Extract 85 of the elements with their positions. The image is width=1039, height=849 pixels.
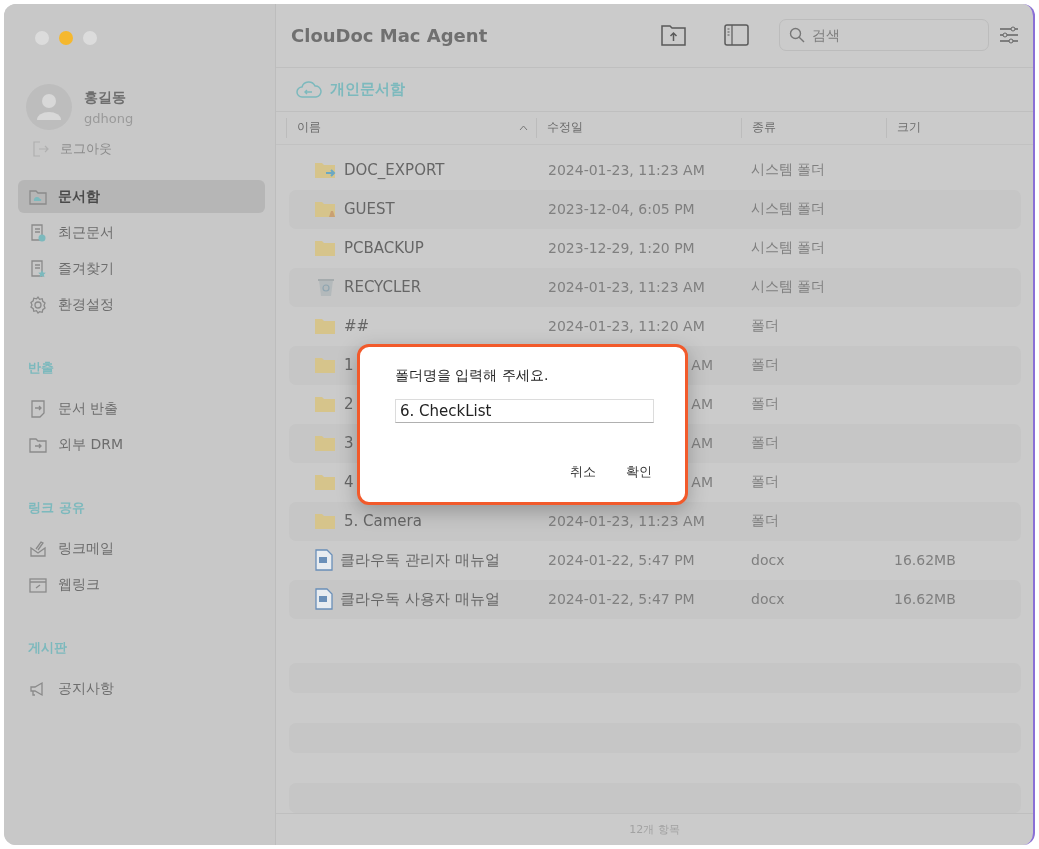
sidebar-item[interactable]: 즐겨찾기: [18, 252, 265, 285]
modified-date: AM: [690, 357, 713, 374]
document-clock-icon: [28, 222, 48, 243]
sidebar-item[interactable]: 환경설정: [18, 288, 265, 321]
user-name: 홍길동: [84, 88, 127, 107]
column-header[interactable]: 수정일: [536, 117, 741, 138]
sidebar-toggle-button[interactable]: [724, 24, 749, 47]
folder-icon: [314, 356, 338, 375]
file-name: 클라우독 관리자 매뉴얼: [340, 550, 500, 570]
folder-icon: [314, 512, 338, 531]
section-title: 반출: [28, 359, 55, 377]
document-arrow-icon: [28, 398, 48, 419]
file-size: 16.62MB: [894, 591, 957, 608]
filter-button[interactable]: [999, 25, 1019, 46]
folder-icon: [314, 317, 338, 336]
modified-date: 2024-01-23, 11:20 AM: [548, 318, 706, 335]
file-type: 폴더: [751, 317, 780, 336]
folder-person-icon: [314, 200, 338, 219]
modified-date: 2024-01-23, 11:23 AM: [548, 513, 706, 530]
modified-date: 2024-01-22, 5:47 PM: [548, 591, 696, 608]
column-header[interactable]: 종류: [741, 117, 886, 138]
logout-link[interactable]: 로그아웃: [32, 140, 265, 158]
modified-date: AM: [690, 396, 713, 413]
document-star-icon: [28, 258, 48, 279]
file-type: 시스템 폴더: [751, 200, 827, 219]
file-type: 폴더: [751, 512, 780, 531]
column-header[interactable]: 이름: [286, 117, 536, 138]
upload-folder-button[interactable]: [661, 24, 686, 47]
modified-date: 2024-01-23, 11:23 AM: [548, 162, 706, 179]
sidebar-item[interactable]: 웹링크: [18, 568, 265, 601]
file-name: 2: [344, 395, 354, 414]
file-type: 시스템 폴더: [751, 239, 827, 258]
dialog-message: 폴더명을 입력해 주세요.: [395, 367, 550, 385]
dialog-button[interactable]: 취소: [570, 463, 596, 481]
file-name: RECYCLER: [344, 278, 422, 297]
modified-date: 2024-01-22, 5:47 PM: [548, 552, 696, 569]
file-name: 4: [344, 473, 354, 492]
file-name: GUEST: [344, 200, 395, 219]
sidebar-item[interactable]: 공지사항: [18, 672, 265, 705]
file-type: 폴더: [751, 434, 780, 453]
search-icon: [789, 27, 805, 44]
file-type: 폴더: [751, 395, 780, 414]
sidebar-item[interactable]: 문서함: [18, 180, 265, 213]
folder-icon: [314, 434, 338, 453]
modified-date: AM: [690, 435, 713, 452]
sidebar-item[interactable]: 외부 DRM: [18, 428, 265, 461]
column-header[interactable]: 크기: [886, 117, 1033, 138]
file-name: 클라우독 사용자 매뉴얼: [340, 589, 500, 609]
folder-arrow-icon: [314, 161, 338, 180]
file-type: 시스템 폴더: [751, 161, 827, 180]
file-name: ##: [344, 317, 370, 336]
sidebar-item[interactable]: 문서 반출: [18, 392, 265, 425]
file-type: 폴더: [751, 473, 780, 492]
file-type: 시스템 폴더: [751, 278, 827, 297]
file-name: DOC_EXPORT: [344, 161, 445, 180]
sort-ascending-icon: [519, 124, 528, 131]
modified-date: 2023-12-04, 6:05 PM: [548, 201, 696, 218]
file-type: 폴더: [751, 356, 780, 375]
file-name: 1: [344, 356, 354, 375]
modified-date: AM: [690, 474, 713, 491]
file-name: PCBACKUP: [344, 239, 424, 258]
file-type: docx: [751, 591, 786, 608]
folder-icon: [314, 473, 338, 492]
file-size: 16.62MB: [894, 552, 957, 569]
avatar-icon: [26, 84, 72, 130]
document-icon: [314, 549, 334, 572]
search-field[interactable]: 검색: [779, 19, 989, 52]
file-name: 3: [344, 434, 354, 453]
settings-icon: [28, 294, 48, 315]
modified-date: 2023-12-29, 1:20 PM: [548, 240, 696, 257]
dialog-button[interactable]: 확인: [626, 463, 652, 481]
section-title: 게시판: [28, 639, 68, 657]
file-name: 5. Camera: [344, 512, 422, 531]
folder-icon: [314, 395, 338, 414]
modified-date: 2024-01-23, 11:23 AM: [548, 279, 706, 296]
window-title: ClouDoc Mac Agent: [291, 24, 489, 46]
logout-icon: [32, 140, 50, 158]
document-icon: [314, 588, 334, 611]
file-type: docx: [751, 552, 786, 569]
folder-name-field[interactable]: 6. CheckList: [395, 399, 654, 423]
folder-icon: [314, 239, 338, 258]
sidebar-item[interactable]: 링크메일: [18, 532, 265, 565]
section-title: 링크 공유: [28, 499, 86, 517]
cloud-icon: [296, 79, 322, 99]
sidebar-item[interactable]: 최근문서: [18, 216, 265, 249]
